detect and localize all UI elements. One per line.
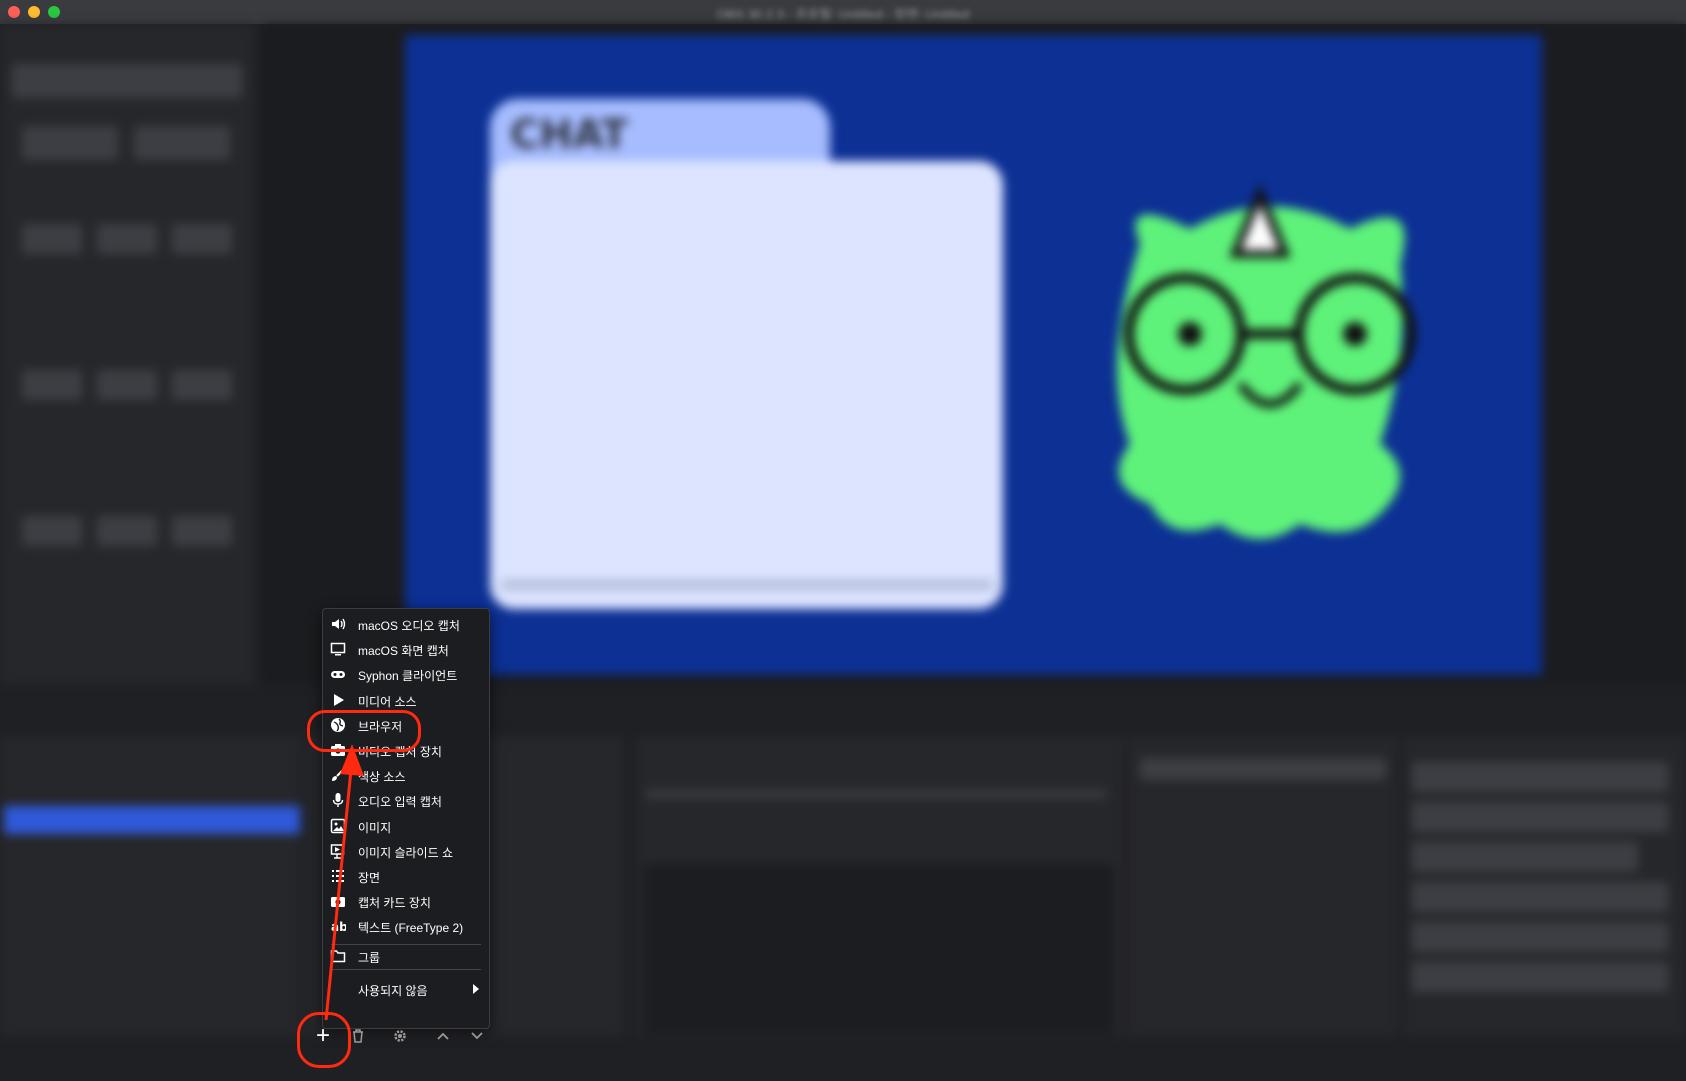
transitions-dock [1128, 736, 1398, 1036]
blurred-button [22, 516, 82, 546]
gamepad-icon [329, 665, 347, 683]
blurred-app-background: CHAT [0, 24, 1686, 1081]
window-title-bar: OBS 30.2.3 - 프로필: Untitled - 장면: Untitle… [0, 0, 1686, 24]
gear-icon[interactable] [390, 1026, 410, 1046]
menu-item-gamepad[interactable]: Syphon 클라이언트 [323, 661, 489, 688]
menu-item-label: 미디어 소스 [358, 694, 417, 709]
blurred-button [1412, 842, 1638, 872]
blurred-button [22, 224, 82, 254]
blurred-button [134, 126, 230, 160]
menu-item-label: Syphon 클라이언트 [358, 669, 458, 684]
chat-input-bar [500, 579, 994, 591]
blurred-button [12, 64, 242, 98]
annotation-arrow [324, 744, 364, 1021]
audio-mixer-dock [636, 736, 1124, 1036]
menu-item-monitor[interactable]: macOS 화면 캡처 [323, 636, 489, 663]
scenes-dock [0, 736, 300, 1036]
mascot-illustration [1117, 184, 1416, 539]
blurred-dropdown [1140, 758, 1386, 780]
chat-title: CHAT [510, 112, 628, 158]
chevron-right-icon [471, 982, 481, 1001]
blurred-button [1412, 802, 1668, 832]
chevron-down-icon[interactable] [467, 1026, 487, 1046]
left-dock [0, 24, 255, 684]
menu-item-label: macOS 화면 캡처 [358, 644, 449, 659]
mixer-area [644, 864, 1114, 1034]
window-title: OBS 30.2.3 - 프로필: Untitled - 장면: Untitle… [716, 7, 970, 22]
blurred-button [22, 370, 82, 400]
blurred-button [1412, 762, 1668, 792]
menu-item-label: macOS 오디오 캡처 [358, 619, 460, 633]
blurred-button [172, 370, 232, 400]
blurred-button [1412, 882, 1668, 912]
chevron-up-icon[interactable] [433, 1026, 453, 1046]
speaker-icon [329, 615, 347, 633]
selected-scene [4, 806, 300, 834]
blurred-button [1412, 962, 1668, 992]
play-icon [329, 691, 347, 709]
blurred-button [172, 224, 232, 254]
audio-meter [646, 790, 1106, 798]
blurred-button [97, 224, 157, 254]
blurred-button [1412, 922, 1668, 952]
menu-item-speaker[interactable]: macOS 오디오 캡처 [323, 611, 489, 638]
blurred-button [172, 516, 232, 546]
chat-box-shape [490, 161, 1003, 609]
controls-dock [1404, 736, 1686, 1036]
monitor-icon [329, 640, 347, 658]
blurred-button [97, 370, 157, 400]
blurred-button [97, 516, 157, 546]
blurred-button [22, 126, 118, 160]
